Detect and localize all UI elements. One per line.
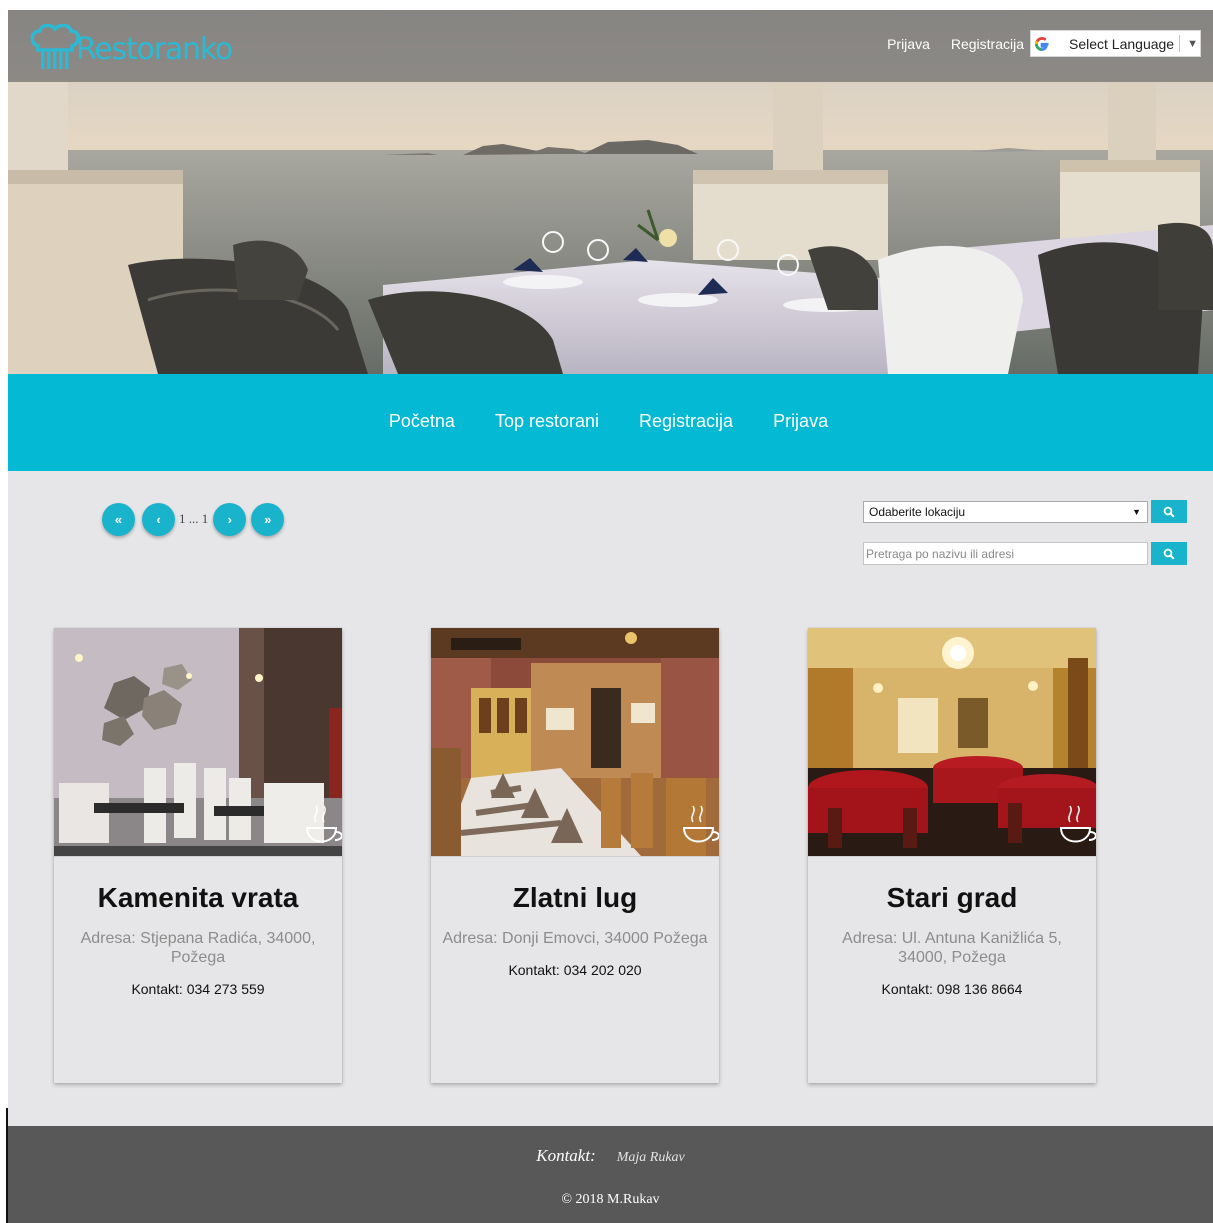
- card-body: Kamenita vrata Adresa: Stjepana Radića, …: [54, 856, 342, 998]
- search-input[interactable]: [863, 542, 1148, 565]
- chef-hat-icon: [30, 24, 80, 69]
- main-nav: Početna Top restorani Registracija Prija…: [8, 374, 1213, 471]
- footer-copyright: © 2018 M.Rukav: [561, 1192, 660, 1207]
- restaurant-contact: Kontakt: 034 202 020: [508, 962, 642, 978]
- text-search: [863, 542, 1187, 565]
- restaurant-name[interactable]: Zlatni lug: [441, 882, 709, 914]
- restaurant-contact: Kontakt: 034 273 559: [131, 981, 265, 997]
- card-body: Stari grad Adresa: Ul. Antuna Kanižlića …: [808, 856, 1096, 998]
- card-body: Zlatni lug Adresa: Donji Emovci, 34000 P…: [431, 856, 719, 979]
- last-page-button[interactable]: »: [251, 502, 285, 536]
- footer-contact-name[interactable]: Maja Rukav: [617, 1150, 685, 1165]
- location-filter: Odaberite lokaciju ▼: [863, 500, 1187, 523]
- location-select-value: Odaberite lokaciju: [869, 504, 966, 519]
- location-search-button[interactable]: [1151, 500, 1187, 523]
- next-page-button[interactable]: ›: [213, 502, 247, 536]
- top-bar: Restoranko Prijava Registracija Select L…: [8, 10, 1213, 82]
- google-g-icon: [1035, 36, 1049, 51]
- window-edge: [6, 1108, 8, 1223]
- restaurant-address: Adresa: Donji Emovci, 34000 Požega: [442, 930, 708, 947]
- restaurant-address: Adresa: Stjepana Radića, 34000, Požega: [80, 930, 316, 966]
- top-link-register[interactable]: Registracija: [951, 36, 1024, 52]
- brand-name: Restoranko: [76, 32, 233, 67]
- page-range: 1 ... 1: [179, 511, 209, 526]
- prev-page-button[interactable]: ‹: [142, 502, 175, 536]
- restaurant-name[interactable]: Stari grad: [818, 882, 1086, 914]
- language-select[interactable]: Select Language ▼: [1030, 30, 1201, 57]
- top-links: Prijava Registracija Select Language ▼: [887, 30, 1201, 57]
- dropdown-arrow-icon: ▼: [1187, 37, 1198, 50]
- restaurant-photo: [431, 628, 719, 856]
- search-button[interactable]: [1151, 542, 1187, 565]
- search-icon: [1163, 548, 1175, 560]
- restaurant-photo: [54, 628, 342, 856]
- top-link-login[interactable]: Prijava: [887, 36, 930, 52]
- footer-contact: Kontakt: Maja Rukav: [8, 1146, 1213, 1166]
- nav-item-top-restaurants[interactable]: Top restorani: [495, 411, 599, 434]
- restaurant-card[interactable]: Zlatni lug Adresa: Donji Emovci, 34000 P…: [431, 628, 719, 1083]
- hero-banner: Restoranko Prijava Registracija Select L…: [8, 10, 1213, 374]
- location-select[interactable]: Odaberite lokaciju ▼: [863, 500, 1148, 523]
- search-icon: [1163, 506, 1175, 518]
- nav-item-register[interactable]: Registracija: [639, 411, 733, 434]
- first-page-button[interactable]: «: [102, 502, 135, 536]
- restaurant-card[interactable]: Stari grad Adresa: Ul. Antuna Kanižlića …: [808, 628, 1096, 1083]
- nav-item-home[interactable]: Početna: [389, 411, 455, 434]
- nav-item-login[interactable]: Prijava: [773, 411, 828, 434]
- footer: Kontakt: Maja Rukav © 2018 M.Rukav: [8, 1126, 1213, 1223]
- language-divider: [1179, 35, 1181, 52]
- logo[interactable]: Restoranko: [30, 24, 233, 70]
- restaurant-card[interactable]: Kamenita vrata Adresa: Stjepana Radića, …: [54, 628, 342, 1083]
- restaurant-address: Adresa: Ul. Antuna Kanižlića 5, 34000, P…: [842, 930, 1062, 966]
- page: Restoranko Prijava Registracija Select L…: [8, 10, 1213, 1223]
- pagination: « ‹ 1 ... 1 › »: [102, 502, 285, 536]
- restaurant-photo: [808, 628, 1096, 856]
- restaurant-contact: Kontakt: 098 136 8664: [881, 981, 1023, 997]
- language-select-label: Select Language: [1069, 35, 1175, 52]
- footer-contact-label: Kontakt:: [536, 1146, 596, 1165]
- restaurant-name[interactable]: Kamenita vrata: [64, 882, 332, 914]
- dropdown-arrow-icon: ▼: [1132, 506, 1141, 517]
